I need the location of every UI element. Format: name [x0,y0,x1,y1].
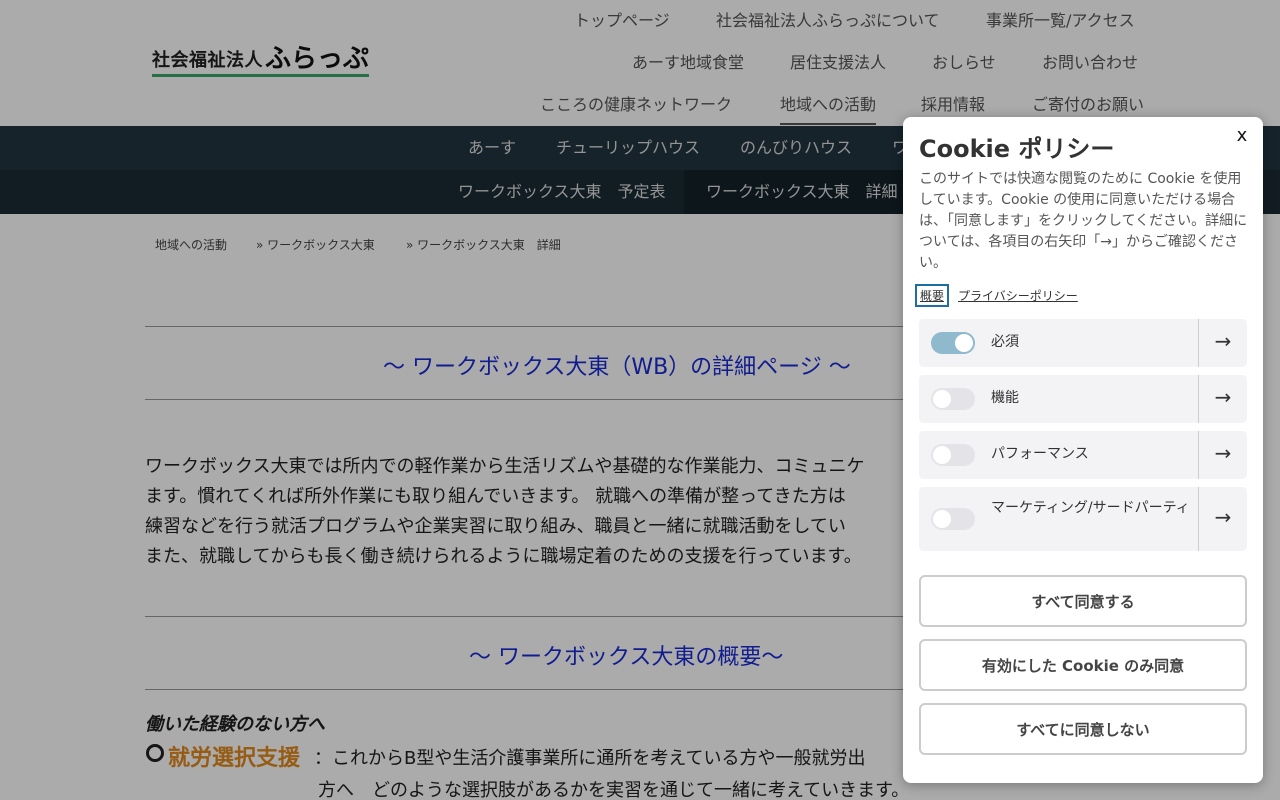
arrow-right-icon[interactable]: → [1199,441,1247,465]
marketing-toggle[interactable] [931,508,975,530]
arrow-right-icon[interactable]: → [1199,385,1247,409]
cookie-category-functional: 機能 → [919,375,1247,423]
arrow-right-icon[interactable]: → [1199,329,1247,353]
performance-toggle[interactable] [931,444,975,466]
cookie-category-required: 必須 → [919,319,1247,367]
cookie-category-performance: パフォーマンス → [919,431,1247,479]
accept-selected-button[interactable]: 有効にした Cookie のみ同意 [919,639,1247,691]
category-label: マーケティング/サードパーティ [991,500,1190,516]
cookie-policy-dialog: Cookie ポリシー x このサイトでは快適な閲覧のために Cookie を使… [903,117,1263,783]
page: 社会福祉法人 ふらっぷ トップページ 社会福祉法人ふらっぷについて 事業所一覧/… [0,0,1280,800]
cookie-dialog-title: Cookie ポリシー [919,135,1115,163]
accept-all-button[interactable]: すべて同意する [919,575,1247,627]
required-toggle[interactable] [931,332,975,354]
functional-toggle[interactable] [931,388,975,410]
category-label: 必須 [991,334,1019,350]
tab-overview[interactable]: 概要 [915,284,950,307]
category-label: パフォーマンス [991,446,1089,462]
reject-all-button[interactable]: すべてに同意しない [919,703,1247,755]
toggle-knob [933,510,951,528]
toggle-knob [933,446,951,464]
cookie-category-marketing: マーケティング/サードパーティ → [919,487,1247,551]
arrow-right-icon[interactable]: → [1199,505,1247,529]
cookie-description: このサイトでは快適な閲覧のために Cookie を使用しています。Cookie … [919,171,1248,271]
close-icon[interactable]: x [1231,125,1253,147]
tab-privacy-policy[interactable]: プライバシーポリシー [958,287,1078,304]
toggle-knob [933,390,951,408]
category-label: 機能 [991,390,1019,406]
toggle-knob [955,334,973,352]
